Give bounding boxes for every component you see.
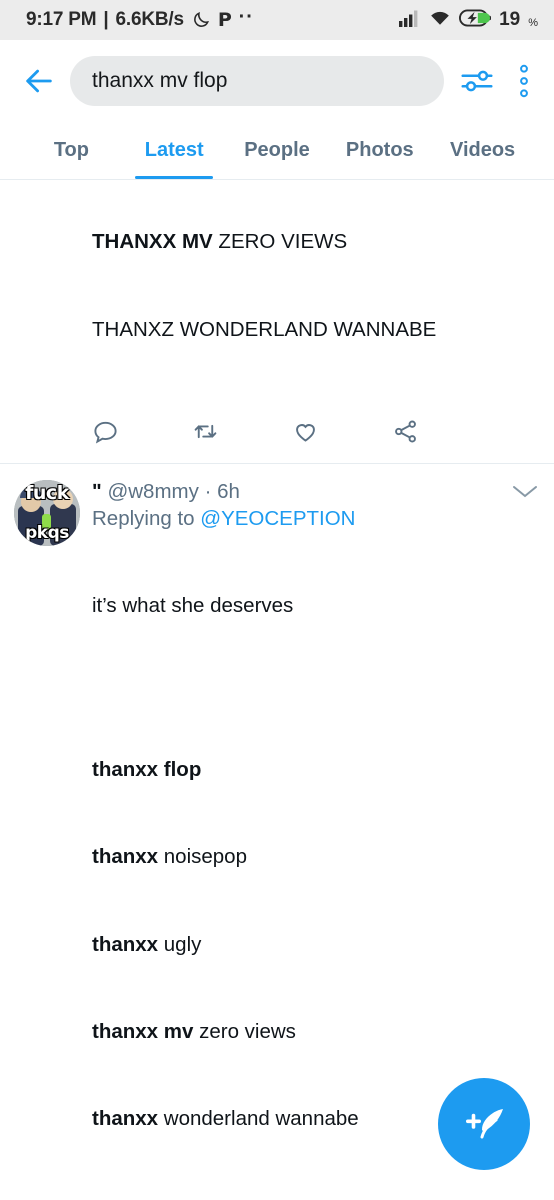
tweet-body: THANXX MV ZERO VIEWS THANXZ WONDERLAND W… [92,180,538,459]
avatar-overlay-top: fuck [25,481,69,504]
compose-tweet-feather-icon [466,1109,503,1139]
compose-tweet-button[interactable] [438,1078,530,1170]
tweet-text-line: THANXX MV ZERO VIEWS [92,227,532,256]
retweet-button[interactable] [192,418,292,445]
replying-to-mention[interactable]: @YEOCEPTION [200,507,355,530]
tweet-rest-1-3: zero views [193,1019,296,1043]
signal-bars-icon [399,9,421,32]
tweet-rest-1-4: wonderland wannabe [158,1107,359,1131]
tweet-match-1-0: thanxx flop [92,757,202,781]
more-notifications-icon: ·· [238,5,254,28]
like-button[interactable] [292,418,392,445]
tweet-text-line: thanxx ugly [92,930,532,959]
share-button[interactable] [392,418,492,445]
tweet-feed: THANXX MV ZERO VIEWS THANXZ WONDERLAND W… [0,180,554,1200]
tweet-text-line: thanxx flop [92,755,532,784]
chevron-down-icon[interactable] [510,482,540,500]
tweet-match-1-1: thanxx [92,845,159,869]
crescent-moon-icon [191,10,211,30]
tweet-rest-0-0: ZERO VIEWS [212,230,348,254]
reply-button[interactable] [92,418,192,445]
p-app-icon: P [217,9,232,31]
tweet-rest-1-2: ugly [158,932,202,956]
tweet-header: ʺ @w8mmy · 6h [92,478,532,505]
search-box[interactable] [70,56,444,106]
separator-dot: · [204,479,212,503]
display-name[interactable]: ʺ [92,480,102,503]
tweet-text: THANXX MV ZERO VIEWS THANXZ WONDERLAND W… [92,169,532,402]
status-bar-right: 19 % [399,9,538,32]
battery-charging-icon [459,9,492,32]
status-network-speed: 6.6KB/s [115,9,185,30]
avatar[interactable]: fuck pkqs [14,479,80,546]
tweet-match-0-0: THANXX MV [92,230,213,254]
tweet-match-1-2: thanxx [92,932,159,956]
tweet-rest-0-1: THANXZ WONDERLAND WANNABE [92,317,437,341]
wifi-icon [429,9,451,32]
avatar-placeholder [14,180,92,459]
battery-percent-sign: % [528,17,538,29]
overflow-menu-icon[interactable] [510,62,538,100]
replying-to-line: Replying to @YEOCEPTION [92,505,532,533]
search-filters-icon[interactable] [458,62,496,100]
battery-percentage: 19 [499,9,521,30]
back-arrow-icon[interactable] [22,64,56,98]
search-header [0,40,554,122]
timestamp: 6h [217,479,240,503]
tweet-text-line: thanxx noisepop [92,842,532,871]
tweet-rest-1-1: noisepop [158,845,247,869]
status-bar: 9:17 PM | 6.6KB/s P ·· 19 % [0,0,554,40]
tweet-item[interactable]: THANXX MV ZERO VIEWS THANXZ WONDERLAND W… [0,180,554,464]
tweet-actions [92,402,492,459]
replying-to-prefix: Replying to [92,506,201,530]
avatar-overlay-bottom: pkqs [25,522,69,543]
status-time: 9:17 PM [26,9,97,30]
tweet-text-line: thanxx mv zero views [92,1017,532,1046]
search-input[interactable] [92,69,422,93]
status-separator: | [103,9,109,30]
tweet-actions [92,1192,492,1200]
tweet-match-1-3: thanxx mv [92,1019,194,1043]
avatar-wrap: fuck pkqs [14,478,92,1200]
tweet-match-1-4: thanxx [92,1107,159,1131]
status-bar-left: 9:17 PM | 6.6KB/s P ·· [26,5,254,32]
tweet-intro-line: it’s what she deserves [92,594,294,618]
user-handle[interactable]: @w8mmy [107,480,198,503]
tweet-text-line: THANXZ WONDERLAND WANNABE [92,315,532,344]
